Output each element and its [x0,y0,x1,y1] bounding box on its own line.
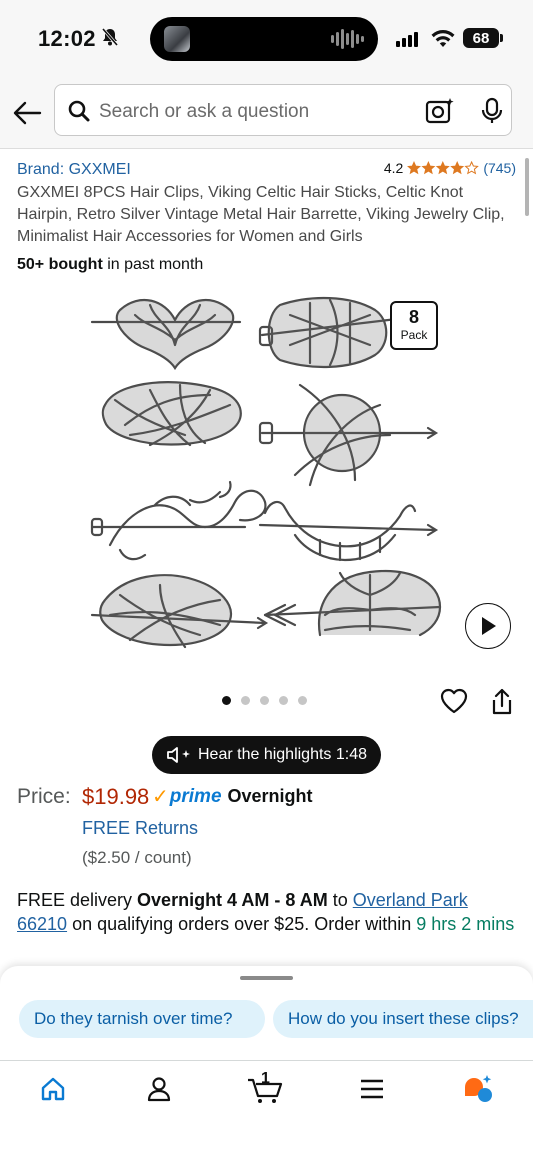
bought-in-past-month: 50+ bought in past month [17,256,203,274]
search-input[interactable] [99,99,419,125]
rating-count-link[interactable]: (745) [483,160,516,176]
cellular-signal-icon [396,31,418,47]
prime-overnight-badge: ✓ prime Overnight [152,784,313,809]
suggestion-chip[interactable]: How do you insert these clips? [273,1000,533,1038]
brand-link[interactable]: Brand: GXXMEI [17,161,131,179]
delivery-location-city[interactable]: Overland Park [353,890,468,910]
product-title: GXXMEI 8PCS Hair Clips, Viking Celtic Ha… [17,184,505,245]
rating-value: 4.2 [383,160,404,176]
now-playing-thumbnail [164,26,190,52]
rufus-assistant-icon[interactable] [455,1073,499,1105]
camera-search-icon[interactable] [425,97,455,130]
hear-highlights-button[interactable]: Hear the highlights 1:48 [152,736,381,774]
price-value: $19.98 [82,784,150,809]
wifi-icon [430,28,456,53]
unit-price: ($2.50 / count) [82,848,192,867]
carousel-dot[interactable] [279,696,288,705]
suggestions-sheet: Do they tarnish over time? How do you in… [0,966,533,1060]
pack-count-number: 8 [408,307,419,327]
silent-bell-icon [100,27,120,52]
pack-count-badge: 8 Pack [390,301,438,350]
carousel-dot[interactable] [260,696,269,705]
back-button[interactable] [8,94,46,132]
dynamic-island[interactable] [150,17,378,61]
delivery-window: Overnight 4 AM - 8 AM [137,890,328,910]
share-icon[interactable] [490,688,514,721]
bottom-navigation: 1 [0,1060,533,1158]
speaker-sparkle-icon [167,747,190,763]
free-returns-link[interactable]: FREE Returns [82,818,198,839]
search-box[interactable] [54,84,512,136]
delivery-prefix: FREE delivery [17,890,138,910]
search-icon [67,99,91,128]
status-time: 12:02 [38,26,96,51]
cart-icon[interactable]: 1 [244,1070,288,1105]
home-icon[interactable] [31,1073,75,1105]
microphone-icon[interactable] [480,97,504,130]
bought-count: 50+ bought [17,256,103,273]
delivery-to: to [327,890,353,910]
carousel-dot[interactable] [222,696,231,705]
play-icon [482,617,496,635]
delivery-condition: on qualifying orders over $25. Order wit… [67,914,417,934]
delivery-info: FREE delivery Overnight 4 AM - 8 AM to O… [17,888,517,936]
hear-highlights-label: Hear the highlights 1:48 [198,746,367,763]
battery-indicator: 68 [463,28,503,48]
audio-waveform-icon [331,28,364,50]
carousel-dot[interactable] [298,696,307,705]
prime-speed: Overnight [227,786,313,806]
menu-icon[interactable] [350,1073,394,1105]
search-header [0,80,533,148]
order-countdown: 9 hrs 2 mins [416,914,515,934]
prime-logo: prime [169,785,222,807]
prime-check-icon: ✓ [152,786,169,808]
price-label: Price: [17,785,71,808]
page-scrollbar[interactable] [525,158,529,216]
play-video-button[interactable] [465,603,511,649]
account-icon[interactable] [137,1073,181,1105]
delivery-location-zip[interactable]: 66210 [17,914,67,934]
image-carousel-dots[interactable] [222,696,307,705]
add-to-list-heart-icon[interactable] [440,688,468,719]
header-divider [0,148,533,149]
carousel-dot[interactable] [241,696,250,705]
star-rating-icon [407,161,480,175]
pack-count-label: Pack [400,328,428,342]
status-bar: 12:02 68 [0,0,533,80]
cart-count: 1 [261,1070,270,1087]
rating-summary[interactable]: 4.2 (745) [384,160,516,176]
suggestion-chip[interactable]: Do they tarnish over time? [19,1000,265,1038]
bought-period: in past month [102,256,204,273]
sheet-drag-handle[interactable] [240,976,293,980]
